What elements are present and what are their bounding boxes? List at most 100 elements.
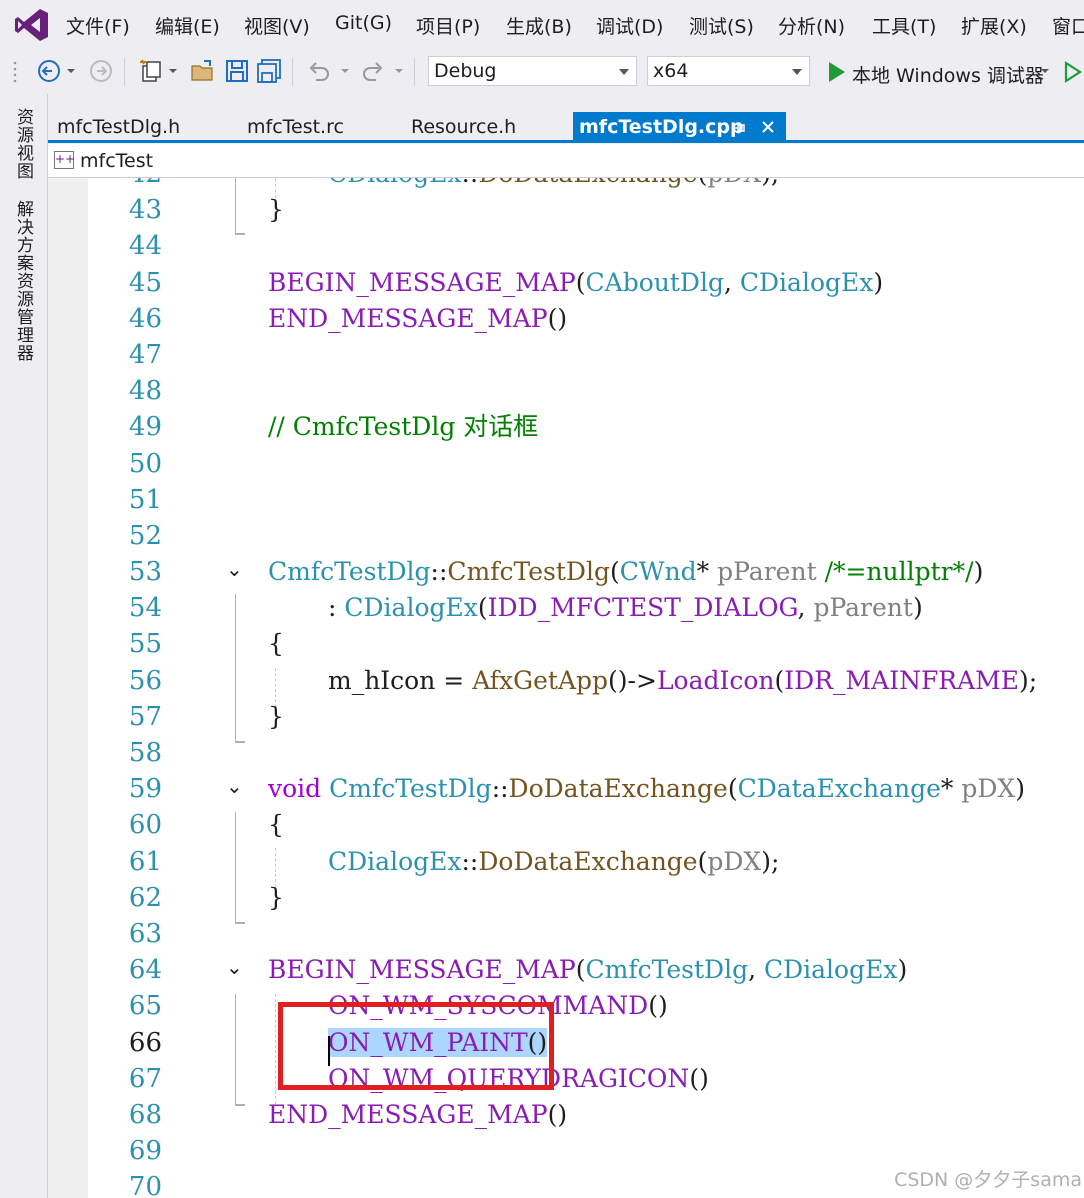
collapse-chevron-icon[interactable]: ⌄	[226, 775, 248, 797]
code-line: 64 ⌄ BEGIN_MESSAGE_MAP(CmfcTestDlg, CDialo…	[48, 952, 1084, 988]
tab-solution-explorer[interactable]: 解决方案资源管理器	[8, 200, 36, 376]
redo-dropdown-icon[interactable]	[392, 58, 406, 84]
menu-git[interactable]: Git(G)	[335, 12, 392, 34]
line-number: 44	[128, 231, 162, 262]
visual-studio-logo-icon[interactable]	[14, 8, 50, 42]
save-all-icon[interactable]	[256, 58, 282, 84]
tab-resource-view[interactable]: 资源视图	[8, 108, 36, 188]
line-number: 49	[128, 412, 162, 443]
line-number: 61	[128, 846, 162, 877]
navigate-back-icon[interactable]	[36, 58, 62, 84]
code-token: pDX	[961, 774, 1016, 804]
undo-icon[interactable]	[306, 58, 332, 84]
tab-mfctestdlg-h[interactable]: mfcTestDlg.h	[57, 112, 180, 142]
code-token: CDialogEx	[328, 846, 462, 876]
line-number: 69	[128, 1136, 162, 1167]
start-without-debugging-icon[interactable]	[1060, 59, 1084, 85]
code-token: CDialogEx	[763, 955, 898, 985]
toolbar-separator	[292, 58, 293, 86]
code-token: pDX	[707, 846, 762, 876]
code-text: CDialogEx::DoDataExchange(pDX);	[328, 846, 780, 876]
menu-file[interactable]: 文件(F)	[66, 12, 130, 39]
code-editor[interactable]: 42CDialogEx::DoDataExchange(pDX); 43} 44…	[48, 178, 1084, 1198]
code-line: 52	[48, 518, 1084, 554]
code-token: BEGIN_MESSAGE_MAP	[268, 267, 576, 297]
menu-window[interactable]: 窗口	[1052, 12, 1084, 39]
menu-build[interactable]: 生成(B)	[506, 12, 572, 39]
code-text: BEGIN_MESSAGE_MAP(CmfcTestDlg, CDialogEx…	[268, 955, 908, 985]
debugger-dropdown-icon[interactable]	[1038, 58, 1052, 84]
redo-icon[interactable]	[360, 58, 386, 84]
menu-analyze[interactable]: 分析(N)	[778, 12, 845, 39]
undo-dropdown-icon[interactable]	[338, 58, 352, 84]
line-number: 53	[128, 557, 162, 588]
code-token: DoDataExchange	[478, 846, 698, 876]
menu-project[interactable]: 项目(P)	[416, 12, 480, 39]
tab-mfctest-rc[interactable]: mfcTest.rc	[247, 112, 344, 142]
code-line: 67 ON_WM_QUERYDRAGICON()	[48, 1061, 1084, 1097]
menu-extensions[interactable]: 扩展(X)	[961, 12, 1027, 39]
code-line: 61 CDialogEx::DoDataExchange(pDX);	[48, 844, 1084, 880]
code-token: AfxGetApp	[472, 665, 609, 695]
new-dropdown-icon[interactable]	[166, 58, 180, 84]
code-text: END_MESSAGE_MAP()	[268, 1099, 568, 1129]
menu-tools[interactable]: 工具(T)	[872, 12, 936, 39]
tab-mfctestdlg-cpp[interactable]: mfcTestDlg.cpp	[573, 112, 786, 142]
side-tool-panel: 资源视图 解决方案资源管理器	[0, 94, 48, 1198]
line-number: 52	[128, 520, 162, 551]
code-token: pDX	[707, 178, 761, 188]
line-number: 51	[128, 484, 162, 515]
navigate-forward-icon[interactable]	[88, 58, 114, 84]
line-number: 62	[128, 882, 162, 913]
menu-test[interactable]: 测试(S)	[689, 12, 754, 39]
code-line: 51	[48, 482, 1084, 518]
code-token: END_MESSAGE_MAP	[268, 303, 548, 333]
code-token: CDialogEx	[739, 267, 874, 297]
code-line: 49 // CmfcTestDlg 对话框	[48, 409, 1084, 445]
collapse-chevron-icon[interactable]: ⌄	[226, 956, 248, 978]
tab-label: mfcTestDlg.h	[57, 116, 181, 138]
tab-label: mfcTest.rc	[247, 116, 344, 138]
platform-value: x64	[653, 60, 689, 82]
code-line: 68 END_MESSAGE_MAP()	[48, 1097, 1084, 1133]
code-token: pParent	[717, 557, 817, 587]
menu-debug[interactable]: 调试(D)	[596, 12, 663, 39]
code-text: {	[268, 810, 284, 840]
open-folder-icon[interactable]	[190, 58, 216, 84]
line-number: 54	[128, 593, 162, 624]
code-line: 59 ⌄ void CmfcTestDlg::DoDataExchange(CDat…	[48, 771, 1084, 807]
toolbar: Debug x64 本地 Windows 调试器	[0, 50, 1084, 94]
code-token: CDialogEx	[328, 178, 461, 188]
back-dropdown-icon[interactable]	[64, 58, 78, 84]
code-text: {	[268, 629, 284, 659]
platform-dropdown[interactable]: x64	[647, 56, 810, 86]
navigation-bar[interactable]: ++ mfcTest	[48, 144, 1084, 178]
code-text: CDialogEx::DoDataExchange(pDX);	[328, 178, 779, 192]
menu-view[interactable]: 视图(V)	[244, 12, 310, 39]
tab-underline	[48, 140, 1084, 143]
pin-icon[interactable]	[733, 121, 747, 135]
tab-resource-h[interactable]: Resource.h	[411, 112, 516, 142]
menu-edit[interactable]: 编辑(E)	[155, 12, 220, 39]
save-icon[interactable]	[224, 58, 250, 84]
code-line: 56 m_hIcon = AfxGetApp()->LoadIcon(IDR_MA…	[48, 663, 1084, 699]
new-project-icon[interactable]	[138, 58, 164, 84]
collapse-chevron-icon[interactable]: ⌄	[226, 558, 248, 580]
code-token: CDataExchange	[737, 774, 941, 804]
close-icon[interactable]	[761, 120, 775, 134]
toolbar-grip-icon[interactable]	[12, 58, 22, 84]
line-number: 42	[88, 178, 162, 192]
line-number: 45	[128, 267, 162, 298]
code-line: 69	[48, 1133, 1084, 1169]
menu-bar: 文件(F) 编辑(E) 视图(V) Git(G) 项目(P) 生成(B) 调试(…	[0, 0, 1084, 50]
start-debugger-button[interactable]: 本地 Windows 调试器	[852, 61, 1044, 88]
start-debugging-play-icon[interactable]	[824, 59, 850, 85]
configuration-dropdown[interactable]: Debug	[428, 56, 637, 86]
project-dropdown[interactable]: mfcTest	[80, 150, 153, 172]
code-token: BEGIN_MESSAGE_MAP	[268, 955, 576, 985]
line-number: 58	[128, 738, 162, 768]
code-token: LoadIcon	[656, 665, 775, 695]
line-number: 67	[128, 1063, 162, 1094]
line-number: 64	[128, 955, 162, 986]
code-text: }	[268, 701, 284, 731]
